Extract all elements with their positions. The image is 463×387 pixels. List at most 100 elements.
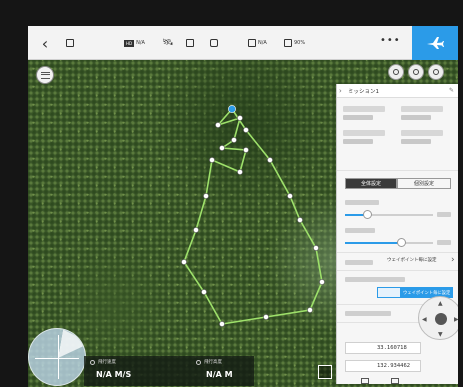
camera-icon <box>210 39 218 47</box>
compass-widget[interactable] <box>28 328 86 386</box>
camera-status[interactable] <box>210 26 218 60</box>
arrow-left-icon[interactable]: ◀ <box>422 316 427 323</box>
altitude-value: N/A M <box>206 370 233 379</box>
duplicate-icon[interactable] <box>391 378 399 384</box>
mission-panel-header: › ミッション1 ✎ <box>337 84 458 98</box>
slider-value <box>437 212 451 217</box>
remote-controller-icon <box>186 39 194 47</box>
hd-link-value: N/A <box>136 40 145 46</box>
divider <box>337 270 458 271</box>
mission-title: ミッション1 <box>348 88 379 95</box>
waypoint-marker[interactable] <box>267 157 273 163</box>
top-status-bar: ‹ HD N/A 🛰 N/A 90% ••• <box>28 26 458 60</box>
setting-label <box>345 260 373 265</box>
waypoint-marker[interactable] <box>181 259 187 265</box>
waypoint-marker[interactable] <box>243 127 249 133</box>
tab-individual-settings[interactable]: 個別設定 <box>397 178 451 189</box>
altitude-label: 飛行高度 <box>204 360 222 365</box>
waypoint-marker[interactable] <box>231 137 237 143</box>
slider-handle[interactable] <box>363 210 372 219</box>
waypoint-marker[interactable] <box>237 169 243 175</box>
stat-block <box>401 106 455 122</box>
dpad-center[interactable] <box>435 313 447 325</box>
locate-icon <box>393 69 399 75</box>
arrow-right-icon[interactable]: ▶ <box>454 316 458 323</box>
chevron-left-icon: ‹ <box>41 33 49 53</box>
setting-label <box>345 277 405 282</box>
heading-mode-value[interactable]: ウェイポイント毎に設定 <box>387 257 437 263</box>
locate-user-button[interactable] <box>408 64 424 80</box>
setting-label <box>345 200 379 205</box>
altitude-icon <box>196 360 201 365</box>
speed-icon <box>90 360 95 365</box>
waypoint-marker[interactable] <box>313 245 319 251</box>
battery-icon <box>284 39 292 47</box>
speed-label: 飛行速度 <box>98 360 116 365</box>
edit-icon[interactable]: ✎ <box>449 87 454 94</box>
longitude-value: 132.934462 <box>377 363 411 369</box>
target-icon <box>413 69 419 75</box>
divider <box>337 252 458 253</box>
hd-link-status[interactable]: HD N/A <box>124 26 145 60</box>
latitude-value: 33.160718 <box>377 345 407 351</box>
flight-mode-status[interactable] <box>66 26 76 60</box>
hd-badge: HD <box>124 39 135 47</box>
waypoint-marker[interactable] <box>297 217 303 223</box>
slider-handle[interactable] <box>397 238 406 247</box>
locate-aircraft-button[interactable] <box>388 64 404 80</box>
app-screen: ‹ HD N/A 🛰 N/A 90% ••• › ミッション1 ✎ 全体設定 個… <box>28 26 458 387</box>
telemetry-bar: 飛行速度 N/A M/S 飛行高度 N/A M <box>84 356 254 386</box>
setting-label <box>345 228 375 233</box>
waypoint-marker[interactable] <box>237 115 243 121</box>
arrow-up-icon[interactable]: ▲ <box>438 300 443 307</box>
waypoint-marker[interactable] <box>287 193 293 199</box>
arrow-down-icon[interactable]: ▼ <box>438 331 443 338</box>
stat-block <box>401 130 455 146</box>
speed-slider[interactable] <box>345 210 433 219</box>
map-layers-button[interactable] <box>36 66 54 84</box>
rc-signal-value: N/A <box>258 40 267 46</box>
waypoint-marker[interactable] <box>215 122 221 128</box>
satellite-status[interactable]: 🛰 <box>162 26 173 60</box>
option-segment-left[interactable] <box>377 287 401 298</box>
fullscreen-button[interactable] <box>318 365 332 379</box>
waypoint-marker[interactable] <box>219 321 225 327</box>
satellite-icon: 🛰 <box>162 38 174 48</box>
waypoint-marker[interactable] <box>243 147 249 153</box>
battery-status[interactable]: 90% <box>284 26 305 60</box>
home-icon <box>433 69 439 75</box>
waypoint-marker[interactable] <box>319 279 325 285</box>
waypoint-start-marker[interactable] <box>228 105 236 113</box>
plane-icon <box>427 37 444 49</box>
tablet-device: ‹ HD N/A 🛰 N/A 90% ••• › ミッション1 ✎ 全体設定 個… <box>0 0 463 387</box>
rc-signal-status[interactable]: N/A <box>248 26 267 60</box>
locate-home-button[interactable] <box>428 64 444 80</box>
drone-icon <box>66 39 74 47</box>
waypoint-marker[interactable] <box>263 314 269 320</box>
setting-label <box>345 311 391 316</box>
signal-icon <box>248 39 256 47</box>
waypoint-marker[interactable] <box>193 227 199 233</box>
more-button[interactable]: ••• <box>380 35 401 46</box>
tab-global-settings[interactable]: 全体設定 <box>345 178 397 189</box>
speed-value: N/A M/S <box>96 370 132 379</box>
remote-controller-status[interactable] <box>186 26 194 60</box>
altitude-slider[interactable] <box>345 238 433 247</box>
stat-block <box>343 106 397 122</box>
waypoint-dpad[interactable]: ▲ ▼ ◀ ▶ <box>418 296 458 340</box>
chevron-right-icon[interactable]: › <box>451 255 455 265</box>
back-button[interactable]: ‹ <box>36 33 54 53</box>
slider-value <box>437 240 451 245</box>
collapse-panel-icon[interactable]: › <box>339 87 342 95</box>
waypoint-marker[interactable] <box>201 289 207 295</box>
waypoint-marker[interactable] <box>203 193 209 199</box>
waypoint-marker[interactable] <box>209 157 215 163</box>
divider <box>337 170 458 171</box>
waypoint-marker[interactable] <box>307 307 313 313</box>
takeoff-button[interactable] <box>412 26 458 60</box>
layers-icon <box>40 71 50 79</box>
trash-icon[interactable] <box>361 378 369 384</box>
waypoint-marker[interactable] <box>219 145 225 151</box>
ellipsis-icon: ••• <box>380 35 401 46</box>
stat-block <box>343 130 397 146</box>
